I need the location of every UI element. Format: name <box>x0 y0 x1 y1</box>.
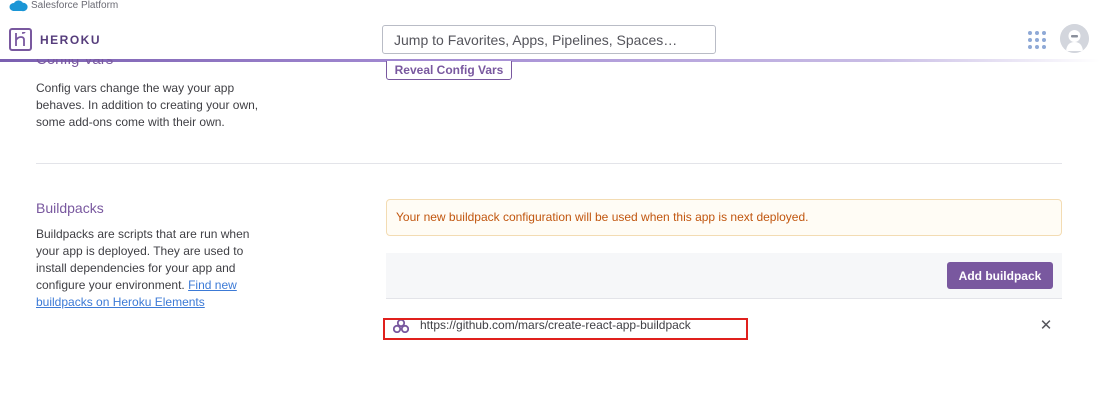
buildpack-highlight-box <box>383 318 748 340</box>
global-search-input[interactable] <box>382 25 716 54</box>
salesforce-cloud-icon <box>9 0 28 12</box>
salesforce-platform-bar: Salesforce Platform <box>0 0 1100 13</box>
section-divider <box>36 163 1062 164</box>
config-vars-description: Config vars change the way your app beha… <box>36 81 259 129</box>
buildpack-notice: Your new buildpack configuration will be… <box>386 199 1062 236</box>
user-avatar-icon <box>1060 24 1089 53</box>
buildpacks-description: Buildpacks are scripts that are run when… <box>36 226 276 311</box>
heroku-logo-icon[interactable] <box>9 28 32 51</box>
buildpacks-title: Buildpacks <box>36 200 104 216</box>
app-header: HEROKU <box>0 13 1100 61</box>
add-buildpack-button[interactable]: Add buildpack <box>947 262 1053 289</box>
header-accent-line <box>0 59 1100 62</box>
heroku-wordmark[interactable]: HEROKU <box>40 32 101 48</box>
remove-buildpack-close-icon[interactable]: ✕ <box>1038 318 1054 334</box>
salesforce-platform-label: Salesforce Platform <box>31 0 119 11</box>
apps-grid-icon[interactable] <box>1028 31 1046 49</box>
user-avatar[interactable] <box>1060 24 1089 53</box>
